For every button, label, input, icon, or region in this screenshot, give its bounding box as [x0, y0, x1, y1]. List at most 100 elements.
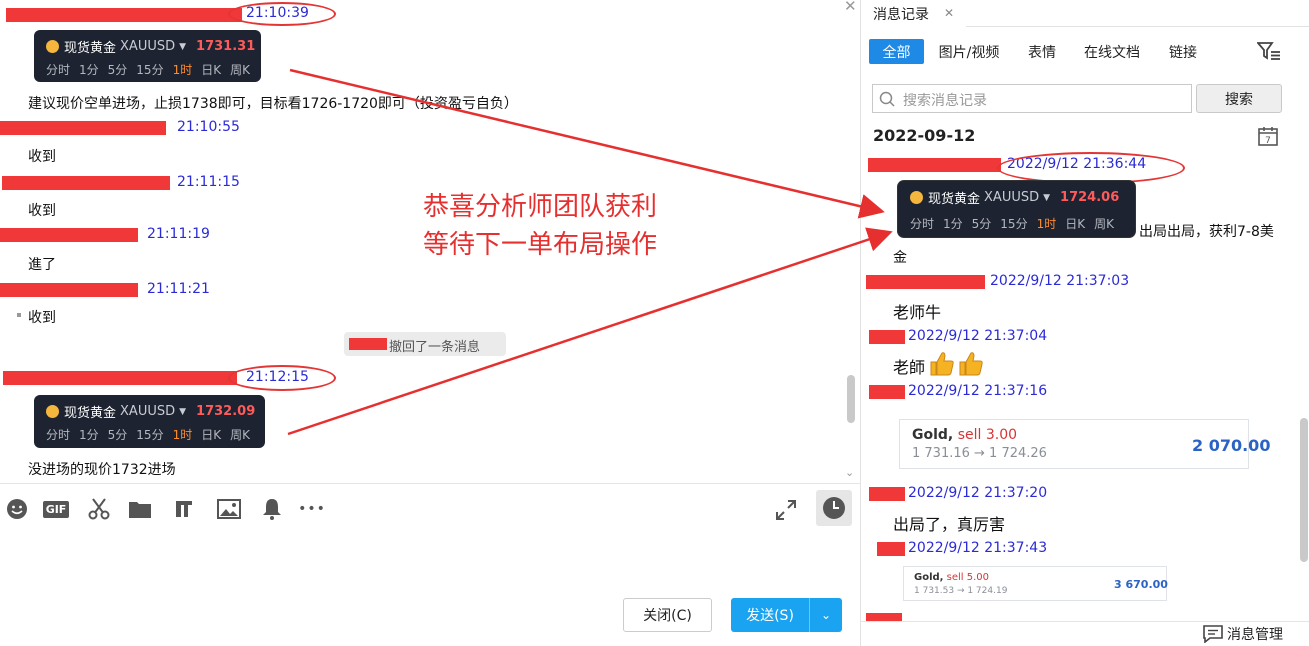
close-icon[interactable]: ✕: [944, 6, 954, 20]
highlight-ellipse: [228, 365, 336, 391]
redacted-sender: [0, 228, 138, 242]
redacted-sender: [3, 371, 237, 385]
filter-tab-all[interactable]: 全部: [869, 39, 924, 64]
interval-tab[interactable]: 5分: [972, 215, 992, 232]
interval-tab[interactable]: 周K: [1094, 215, 1114, 232]
interval-tab[interactable]: 5分: [108, 426, 128, 443]
chat-scrollbar[interactable]: [847, 375, 855, 423]
filter-tab-links[interactable]: 链接: [1163, 39, 1203, 64]
chat-message: 收到: [28, 149, 56, 165]
history-date: 2022-09-12: [873, 126, 976, 145]
card-price: 1724.06: [1060, 190, 1120, 205]
emoji-icon[interactable]: [4, 496, 30, 522]
gold-quote-card[interactable]: 现货黄金 XAUUSD ▼ 1732.09 分时 1分 5分 15分 1时 日K…: [34, 395, 265, 448]
chat-message: 收到: [28, 203, 56, 219]
interval-tab[interactable]: 1分: [79, 61, 99, 78]
interval-tab[interactable]: 分时: [46, 61, 70, 78]
manage-messages-button[interactable]: 消息管理: [1203, 624, 1283, 644]
chat-message: 老师牛: [893, 303, 942, 322]
chevron-down-icon[interactable]: ▼: [179, 407, 186, 417]
card-name: 现货黄金: [64, 41, 117, 56]
interval-tab[interactable]: 15分: [136, 61, 163, 78]
chevron-down-icon[interactable]: ▼: [179, 42, 186, 52]
interval-tab[interactable]: 日K: [201, 61, 221, 78]
annotation-text: 恭喜分析师团队获利 等待下一单布局操作: [423, 192, 658, 260]
interval-tab[interactable]: 1分: [79, 426, 99, 443]
interval-tab[interactable]: 15分: [136, 426, 163, 443]
interval-tab[interactable]: 日K: [201, 426, 221, 443]
card-price: 1731.31: [196, 39, 256, 54]
history-timestamp: 2022/9/12 21:37:16: [908, 383, 1048, 399]
scissors-icon[interactable]: [86, 496, 112, 522]
search-icon: [879, 91, 895, 107]
quick-reply-icon[interactable]: [171, 496, 197, 522]
card-name: 现货黄金: [928, 192, 981, 207]
bell-icon[interactable]: [259, 496, 285, 522]
chat-message: 出局出局，获利7-8美: [1139, 224, 1274, 240]
card-name: 现货黄金: [64, 406, 117, 421]
trade-title: Gold,: [914, 572, 944, 583]
chevron-down-icon[interactable]: ▼: [1043, 193, 1050, 203]
interval-tab-active[interactable]: 1时: [173, 426, 193, 443]
redacted-sender: [869, 385, 905, 399]
interval-tab-active[interactable]: 1时: [173, 61, 193, 78]
interval-tab[interactable]: 5分: [108, 61, 128, 78]
interval-tab-active[interactable]: 1时: [1037, 215, 1057, 232]
gif-icon[interactable]: GIF: [42, 496, 70, 522]
history-pane: 消息记录 ✕ 全部 图片/视频 表情 在线文档 链接 搜索消息记录 搜索 202…: [860, 0, 1309, 646]
calendar-icon[interactable]: 7: [1258, 126, 1278, 150]
trade-side: sell 3.00: [957, 427, 1018, 443]
message-timestamp: 21:11:15: [177, 174, 240, 190]
close-button[interactable]: 关闭(C): [623, 598, 712, 632]
more-icon[interactable]: •••: [298, 496, 325, 522]
trade-card[interactable]: Gold, sell 3.00 1 731.16 → 1 724.26 2 07…: [899, 419, 1270, 469]
interval-tab[interactable]: 周K: [230, 61, 250, 78]
redacted-sender: [869, 330, 905, 344]
send-button[interactable]: 发送(S): [731, 598, 809, 632]
message-timestamp: 21:11:19: [147, 226, 210, 242]
history-tab-title: 消息记录: [873, 7, 929, 23]
image-icon[interactable]: [216, 496, 242, 522]
history-tab[interactable]: 消息记录 ✕: [861, 0, 966, 27]
filter-settings-icon[interactable]: [1256, 41, 1281, 65]
gold-quote-card[interactable]: 现货黄金 XAUUSD ▼ 1731.31 分时 1分 5分 15分 1时 日K…: [34, 30, 261, 82]
interval-tab[interactable]: 15分: [1000, 215, 1027, 232]
expand-icon[interactable]: [773, 497, 799, 523]
redacted-sender: [349, 338, 387, 350]
redacted-sender: [868, 158, 1001, 172]
chat-message: 收到: [28, 310, 56, 326]
folder-icon[interactable]: [127, 496, 153, 522]
filter-tab-media[interactable]: 图片/视频: [933, 39, 1005, 64]
history-timestamp: 2022/9/12 21:37:20: [908, 485, 1048, 501]
search-box[interactable]: 搜索消息记录: [872, 84, 1192, 113]
gold-coin-icon: [910, 191, 923, 204]
highlight-ellipse: [997, 152, 1185, 184]
interval-tab[interactable]: 分时: [910, 215, 934, 232]
redacted-sender: [0, 283, 138, 297]
thumbs-up-icon: [927, 349, 987, 381]
interval-tab[interactable]: 周K: [230, 426, 250, 443]
interval-tab[interactable]: 日K: [1065, 215, 1085, 232]
interval-tab[interactable]: 分时: [46, 426, 70, 443]
filter-tab-emoji[interactable]: 表情: [1021, 39, 1063, 64]
send-options-button[interactable]: ⌄: [809, 598, 842, 632]
filter-tab-docs[interactable]: 在线文档: [1079, 39, 1145, 64]
interval-tab[interactable]: 1分: [943, 215, 963, 232]
search-button[interactable]: 搜索: [1196, 84, 1282, 113]
trade-card[interactable]: Gold, sell 5.00 1 731.53 → 1 724.19 3 67…: [903, 566, 1168, 601]
close-icon[interactable]: ✕: [844, 0, 857, 15]
gold-quote-card[interactable]: 现货黄金 XAUUSD ▼ 1724.06 分时 1分 5分 15分 1时 日K…: [898, 181, 1135, 237]
input-divider: [0, 483, 860, 484]
trade-prices: 1 731.53 → 1 724.19: [914, 586, 1008, 596]
chat-message: 建议现价空单进场，止损1738即可，目标看1726-1720即可（投资盈亏自负）: [28, 96, 518, 112]
history-scrollbar[interactable]: [1300, 418, 1308, 562]
redacted-sender: [869, 487, 905, 501]
card-symbol: XAUUSD: [120, 39, 176, 54]
scroll-down-icon[interactable]: ⌄: [845, 466, 854, 479]
search-input[interactable]: 搜索消息记录: [903, 90, 987, 110]
svg-text:7: 7: [1265, 136, 1271, 146]
history-icon[interactable]: [816, 490, 852, 526]
gold-coin-icon: [46, 40, 59, 53]
card-price: 1732.09: [196, 404, 256, 419]
trade-side: sell 5.00: [946, 572, 990, 583]
